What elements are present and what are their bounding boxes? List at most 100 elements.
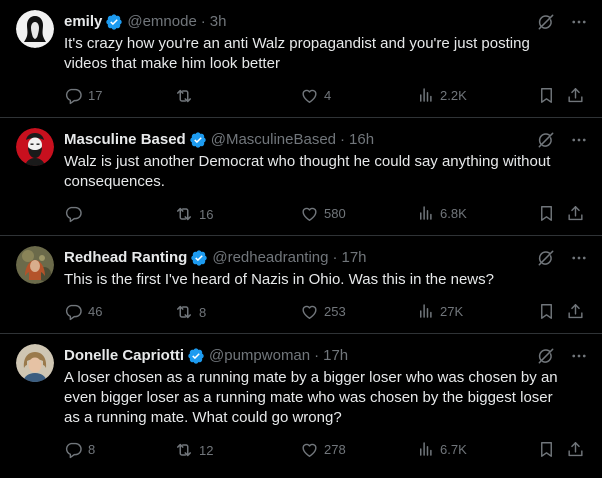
tweet-header: emily @emnode · 3h	[64, 12, 586, 32]
views-button[interactable]: 27K	[417, 302, 463, 320]
bookmark-button[interactable]	[537, 302, 556, 321]
retweet-icon	[174, 204, 194, 224]
verified-badge-icon	[187, 347, 205, 365]
verified-badge-icon	[190, 249, 208, 267]
timestamp[interactable]: 17h	[341, 248, 366, 268]
more-icon[interactable]	[570, 347, 588, 365]
reply-button[interactable]: 17	[64, 86, 102, 105]
display-name[interactable]: Donelle Capriotti	[64, 346, 184, 366]
reply-count: 46	[88, 304, 103, 319]
retweet-button[interactable]: 16	[174, 204, 213, 224]
tweet-text: It's crazy how you're an anti Walz propa…	[64, 35, 530, 72]
share-icon	[566, 204, 585, 223]
timeline: emily @emnode · 3h It's crazy how you're…	[0, 0, 602, 478]
share-button[interactable]	[566, 440, 585, 459]
views-button[interactable]: 2.2K	[417, 86, 467, 104]
tweet-header: Redhead Ranting @redheadranting · 17h	[64, 248, 586, 268]
grok-icon[interactable]	[536, 346, 556, 366]
tweet-header: Donelle Capriotti @pumpwoman · 17h	[64, 346, 586, 366]
tweet-header: Masculine Based @MasculineBased · 16h	[64, 130, 586, 150]
tweet-text: Walz is just another Democrat who though…	[64, 153, 551, 190]
bookmark-button[interactable]	[537, 86, 556, 105]
user-handle[interactable]: @MasculineBased	[211, 130, 336, 150]
timestamp[interactable]: 17h	[323, 346, 348, 366]
timestamp[interactable]: 16h	[349, 130, 374, 150]
reply-button[interactable]	[64, 204, 88, 223]
retweet-button[interactable]: 8	[174, 302, 206, 322]
reply-count: 8	[88, 442, 96, 457]
user-handle[interactable]: @pumpwoman	[209, 346, 310, 366]
tweet-actions: 8 12 278 6.7K	[64, 440, 586, 460]
bookmark-icon	[537, 86, 556, 105]
more-icon[interactable]	[570, 249, 588, 267]
reply-icon	[64, 86, 83, 105]
grok-icon[interactable]	[536, 130, 556, 150]
separator-dot: ·	[340, 131, 346, 148]
views-icon	[417, 204, 435, 222]
share-icon	[566, 302, 585, 321]
views-button[interactable]: 6.8K	[417, 204, 467, 222]
tweet-top-actions	[536, 346, 588, 366]
reply-button[interactable]: 8	[64, 440, 95, 459]
more-icon[interactable]	[570, 131, 588, 149]
share-icon	[566, 86, 585, 105]
like-icon	[300, 302, 319, 321]
user-handle[interactable]: @emnode	[127, 12, 196, 32]
share-button[interactable]	[566, 302, 585, 321]
user-handle[interactable]: @redheadranting	[212, 248, 328, 268]
tweet[interactable]: emily @emnode · 3h It's crazy how you're…	[0, 0, 602, 118]
tweet[interactable]: Donelle Capriotti @pumpwoman · 17h A los…	[0, 334, 602, 460]
like-button[interactable]: 253	[300, 302, 346, 321]
reply-icon	[64, 204, 83, 223]
tweet-top-actions	[536, 12, 588, 32]
verified-badge-icon	[189, 131, 207, 149]
verified-badge-icon	[105, 13, 123, 31]
retweet-button[interactable]	[174, 86, 199, 106]
views-icon	[417, 86, 435, 104]
reply-count: 17	[88, 88, 103, 103]
grok-icon[interactable]	[536, 248, 556, 268]
views-icon	[417, 440, 435, 458]
like-count: 4	[324, 88, 332, 103]
masculine-based-avatar[interactable]	[16, 128, 54, 166]
retweet-count: 12	[199, 442, 214, 458]
grok-icon[interactable]	[536, 12, 556, 32]
tweet[interactable]: Masculine Based @MasculineBased · 16h Wa…	[0, 118, 602, 236]
tweet-top-actions	[536, 248, 588, 268]
like-count: 278	[324, 442, 346, 457]
more-icon[interactable]	[570, 13, 588, 31]
view-count: 6.7K	[440, 441, 467, 457]
separator-dot: ·	[200, 13, 206, 30]
bookmark-icon	[537, 204, 556, 223]
retweet-count: 8	[199, 304, 207, 320]
display-name[interactable]: Redhead Ranting	[64, 248, 187, 268]
reply-button[interactable]: 46	[64, 302, 102, 321]
donelle-capriotti-avatar[interactable]	[16, 344, 54, 382]
timestamp[interactable]: 3h	[210, 12, 227, 32]
tweet[interactable]: Redhead Ranting @redheadranting · 17h Th…	[0, 236, 602, 334]
display-name[interactable]: emily	[64, 12, 102, 32]
bookmark-button[interactable]	[537, 204, 556, 223]
like-button[interactable]: 4	[300, 86, 331, 105]
reply-icon	[64, 440, 83, 459]
emily-avatar[interactable]	[16, 10, 54, 48]
view-count: 27K	[440, 303, 464, 319]
like-button[interactable]: 580	[300, 204, 346, 223]
share-button[interactable]	[566, 204, 585, 223]
display-name[interactable]: Masculine Based	[64, 130, 186, 150]
view-count: 6.8K	[440, 205, 467, 221]
bookmark-button[interactable]	[537, 440, 556, 459]
retweet-icon	[174, 86, 194, 106]
reply-icon	[64, 302, 83, 321]
views-button[interactable]: 6.7K	[417, 440, 467, 458]
like-button[interactable]: 278	[300, 440, 346, 459]
retweet-count: 16	[199, 206, 214, 222]
view-count: 2.2K	[440, 87, 467, 103]
separator-dot: ·	[332, 249, 338, 266]
like-icon	[300, 86, 319, 105]
share-icon	[566, 440, 585, 459]
retweet-button[interactable]: 12	[174, 440, 213, 460]
share-button[interactable]	[566, 86, 585, 105]
redhead-ranting-avatar[interactable]	[16, 246, 54, 284]
tweet-text: A loser chosen as a running mate by a bi…	[64, 369, 558, 426]
